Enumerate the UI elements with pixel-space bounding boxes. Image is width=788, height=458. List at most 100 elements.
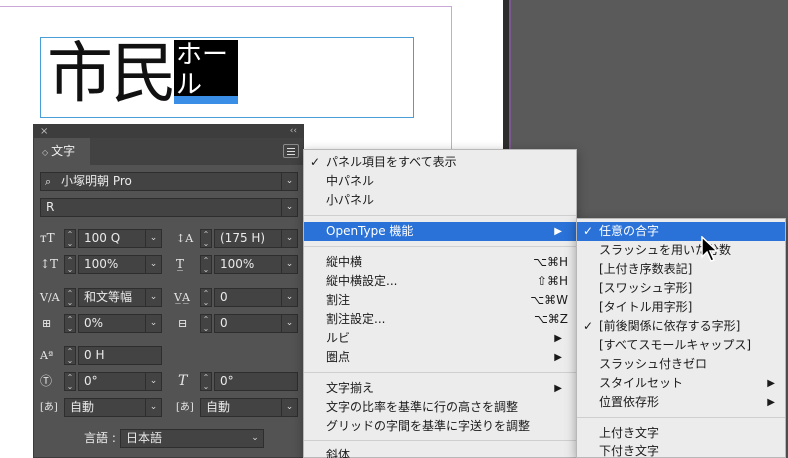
chevron-down-icon[interactable]: ⌄ [281,199,297,216]
close-icon[interactable]: × [40,125,48,138]
skew-value: 0° [220,374,234,388]
panel-menu-button[interactable] [283,144,299,158]
aki-after-value: 自動 [206,400,231,414]
menu-item-slashed-zero[interactable]: スラッシュ付きゼロ [577,355,785,374]
mojikumi-aki-icon: ⊟ [178,317,188,330]
tracking-field[interactable]: 0 ⌄ [214,288,298,307]
menu-item-discretionary-ligatures[interactable]: ✓ 任意の合字 [577,222,785,241]
menu-item-swash[interactable]: [スワッシュ字形] [577,279,785,298]
kerning-icon: V/A [40,291,60,304]
leading-field[interactable]: (175 H) ⌄ [214,229,298,248]
tab-character[interactable]: ◇ 文字 [34,138,90,165]
horizontal-scale-icon: T̲ [176,257,185,271]
menu-item-character-alignment[interactable]: 文字揃え ▶ [304,379,576,398]
character-rotation-field[interactable]: 0° ⌄ [78,372,162,391]
menu-separator [304,246,576,247]
font-size-field[interactable]: 100 Q ⌄ [78,229,162,248]
panel-flyout-menu[interactable]: ✓ パネル項目をすべて表示 中パネル 小パネル OpenType 機能 ▶ 縦中… [303,149,577,458]
character-rotation-stepper[interactable]: ⌃ ⌄ [64,372,76,391]
chevron-down-icon[interactable]: ⌄ [281,399,297,416]
chevron-down-icon[interactable]: ⌄ [281,289,297,306]
menu-item-subscript[interactable]: 下付き文字 [577,442,785,458]
submenu-arrow-icon: ▶ [554,333,562,344]
menu-item-warichu-settings[interactable]: 割注設定... ⌥⌘Z [304,310,576,329]
horizontal-scale-stepper[interactable]: ⌃ ⌄ [200,255,212,274]
chevron-down-icon[interactable]: ⌄ [281,230,297,247]
frame-text[interactable]: 市民 [47,36,177,112]
vertical-scale-field[interactable]: 100% ⌄ [78,255,162,274]
panel-titlebar[interactable]: × ‹‹ [34,125,303,138]
checkmark-icon: ✓ [583,319,594,333]
submenu-arrow-icon: ▶ [554,352,562,363]
kerning-stepper[interactable]: ⌃ ⌄ [64,288,76,307]
tsume-field[interactable]: 0% ⌄ [78,314,162,333]
language-label: 言語 : [84,431,116,445]
menu-item-contextual-alternates[interactable]: ✓ [前後関係に依存する字形] [577,317,785,336]
skew-stepper[interactable]: ⌃ ⌄ [200,372,212,391]
menu-item-opentype[interactable]: OpenType 機能 ▶ [304,222,576,241]
font-size-stepper[interactable]: ⌃ ⌄ [64,229,76,248]
leading-value: (175 H) [220,231,266,245]
chevron-down-icon[interactable]: ⌄ [281,315,297,332]
menu-item-ruby[interactable]: ルビ ▶ [304,329,576,348]
menu-item-warichu[interactable]: 割注 ⌥⌘W [304,291,576,310]
character-rotation-icon: Ⓣ [40,374,53,388]
collapse-icon[interactable]: ‹‹ [290,125,297,138]
checkmark-icon: ✓ [310,155,321,169]
font-size-value: 100 Q [84,231,121,245]
baseline-shift-icon: Aª [40,349,54,362]
chevron-down-icon[interactable]: ⌄ [145,230,161,247]
menu-item-positional-forms[interactable]: 位置依存形 ▶ [577,393,785,412]
menu-item-titling[interactable]: [タイトル用字形] [577,298,785,317]
baseline-shift-stepper[interactable]: ⌃ ⌄ [64,346,76,365]
chevron-down-icon[interactable]: ⌄ [145,315,161,332]
shortcut: ⌥⌘Z [533,312,568,326]
text-frame[interactable]: 市民 ホール [40,36,414,118]
selection-highlight [174,96,238,104]
selected-text[interactable]: ホール [174,40,238,104]
chevron-down-icon[interactable]: ⌄ [281,256,297,273]
mojikumi-aki-field[interactable]: 0 ⌄ [214,314,298,333]
font-style-field[interactable]: R ⌄ [40,198,298,217]
menu-item-show-all-options[interactable]: ✓ パネル項目をすべて表示 [304,153,576,172]
menu-item-kenten[interactable]: 圏点 ▶ [304,348,576,367]
aki-before-field[interactable]: 自動 ⌄ [64,398,162,417]
opentype-submenu[interactable]: ✓ 任意の合字 スラッシュを用いた分数 [上付き序数表記] [スワッシュ字形] … [576,218,786,458]
tsume-stepper[interactable]: ⌃ ⌄ [64,314,76,333]
baseline-shift-field[interactable]: 0 H [78,346,162,365]
chevron-down-icon[interactable]: ⌄ [247,430,263,447]
margin-guide-horizontal [0,6,452,7]
menu-item-italic[interactable]: 斜体 [304,446,576,458]
chevron-down-icon[interactable]: ⌄ [281,173,297,190]
menu-item-scale-line-height[interactable]: 文字の比率を基準に行の高さを調整 [304,398,576,417]
menu-item-tatechuyoko-settings[interactable]: 縦中横設定... ⇧⌘H [304,272,576,291]
menu-item-ordinal[interactable]: [上付き序数表記] [577,260,785,279]
chevron-down-icon[interactable]: ⌄ [145,373,161,390]
menu-item-medium-panel[interactable]: 中パネル [304,172,576,191]
submenu-arrow-icon: ▶ [767,378,775,389]
mojikumi-aki-stepper[interactable]: ⌃ ⌄ [200,314,212,333]
chevron-down-icon[interactable]: ⌄ [145,289,161,306]
horizontal-scale-field[interactable]: 100% ⌄ [214,255,298,274]
menu-item-stylistic-sets[interactable]: スタイルセット ▶ [577,374,785,393]
tsume-value: 0% [84,316,104,330]
vertical-scale-stepper[interactable]: ⌃ ⌄ [64,255,76,274]
character-panel[interactable]: × ‹‹ ◇ 文字 ⌕ 小塚明朝 Pro ⌄ R ⌄ ᴛT ⌃ ⌄ 100 Q ⌄ … [33,124,304,458]
menu-item-tatechuyoko[interactable]: 縦中横 ⌥⌘H [304,253,576,272]
menu-item-small-panel[interactable]: 小パネル [304,191,576,210]
tracking-stepper[interactable]: ⌃ ⌄ [200,288,212,307]
menu-item-all-small-caps[interactable]: [すべてスモールキャップス] [577,336,785,355]
language-field[interactable]: 日本語 ⌄ [120,429,264,448]
menu-item-superscript[interactable]: 上付き文字 [577,424,785,443]
aki-after-field[interactable]: 自動 ⌄ [200,398,298,417]
menu-item-grid-spacing[interactable]: グリッドの字間を基準に字送りを調整 [304,417,576,436]
skew-field[interactable]: 0° [214,372,298,391]
submenu-arrow-icon: ▶ [767,397,775,408]
kerning-field[interactable]: 和文等幅 ⌄ [78,288,162,307]
chevron-down-icon[interactable]: ⌄ [145,399,161,416]
leading-stepper[interactable]: ⌃ ⌄ [200,229,212,248]
menu-item-fractions[interactable]: スラッシュを用いた分数 [577,241,785,260]
font-family-field[interactable]: ⌕ 小塚明朝 Pro ⌄ [40,172,298,191]
submenu-arrow-icon: ▶ [554,226,562,237]
chevron-down-icon[interactable]: ⌄ [145,256,161,273]
